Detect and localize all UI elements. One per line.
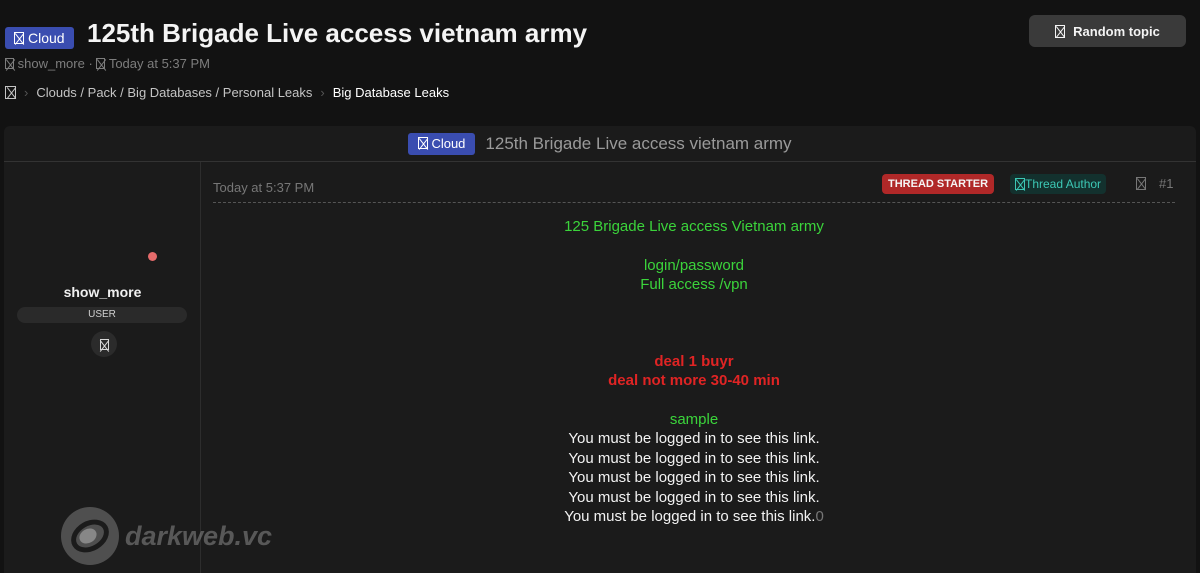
post-body: 125 Brigade Live access Vietnam army log… xyxy=(213,217,1175,527)
post-line-sample: sample xyxy=(669,410,719,428)
thread-starter-badge: THREAD STARTER xyxy=(882,174,995,194)
missing-glyph-icon xyxy=(418,136,429,149)
user-role-badge: USER xyxy=(17,307,187,323)
post-number[interactable]: #1 xyxy=(1159,176,1173,191)
user-icon xyxy=(5,58,14,69)
breadcrumb-item-category[interactable]: Clouds / Pack / Big Databases / Personal… xyxy=(36,85,312,100)
shuffle-icon xyxy=(1055,24,1066,38)
missing-glyph-icon xyxy=(14,32,24,44)
post-line-login: login/password xyxy=(643,256,745,274)
user-extra-icon-button[interactable] xyxy=(91,331,117,357)
breadcrumb-separator: › xyxy=(24,85,29,100)
post-line-headline: 125 Brigade Live access Vietnam army xyxy=(564,218,824,235)
hidden-link-notice[interactable]: You must be logged in to see this link. xyxy=(213,488,1175,508)
panel-prefix-badge[interactable]: Cloud xyxy=(408,132,476,155)
thread-author-label: Thread Author xyxy=(1025,177,1102,191)
random-topic-button[interactable]: Random topic xyxy=(1029,15,1186,47)
username[interactable]: show_more xyxy=(4,284,201,300)
random-topic-label: Random topic xyxy=(1073,23,1160,39)
breadcrumb-item-forum[interactable]: Big Database Leaks xyxy=(333,85,449,100)
home-icon[interactable] xyxy=(5,86,16,99)
online-status-dot xyxy=(148,252,157,261)
breadcrumb: › Clouds / Pack / Big Databases / Person… xyxy=(5,85,449,100)
meta-author[interactable]: show_more xyxy=(18,56,85,71)
thread-author-badge: Thread Author xyxy=(1010,174,1107,194)
post-panel: Cloud 125th Brigade Live access vietnam … xyxy=(4,126,1196,573)
breadcrumb-separator: › xyxy=(320,85,325,100)
thread-header: Cloud 125th Brigade Live access vietnam … xyxy=(0,0,1200,118)
post-date[interactable]: Today at 5:37 PM xyxy=(213,180,314,195)
post-line-deal: deal 1 buyr xyxy=(654,352,734,370)
share-icon[interactable] xyxy=(1136,176,1146,194)
prefix-badge[interactable]: Cloud xyxy=(5,27,74,49)
hidden-link-notice[interactable]: You must be logged in to see this link. xyxy=(564,508,815,525)
author-icon xyxy=(1015,178,1025,190)
page-title: 125th Brigade Live access vietnam army xyxy=(87,18,588,48)
hidden-link-notice[interactable]: You must be logged in to see this link. xyxy=(213,468,1175,488)
panel-header: Cloud 125th Brigade Live access vietnam … xyxy=(4,126,1196,162)
missing-glyph-icon xyxy=(99,338,109,350)
hidden-link-notice[interactable]: You must be logged in to see this link. xyxy=(213,449,1175,469)
meta-separator: · xyxy=(88,56,93,71)
post-line-deal-time: deal not more 30-40 min xyxy=(608,372,780,389)
prefix-label: Cloud xyxy=(28,30,65,46)
user-sidebar: show_more USER darkweb.vc xyxy=(4,162,272,573)
meta-date[interactable]: Today at 5:37 PM xyxy=(109,56,210,71)
clock-icon xyxy=(96,58,106,69)
hidden-link-notice[interactable]: You must be logged in to see this link. xyxy=(213,429,1175,449)
trailing-text: 0 xyxy=(815,508,824,525)
post-line-access: Full access /vpn xyxy=(640,276,748,293)
hidden-link-notice-last: You must be logged in to see this link.0 xyxy=(213,507,1175,527)
panel-title: 125th Brigade Live access vietnam army xyxy=(485,133,792,153)
post-content: Today at 5:37 PM THREAD STARTER Thread A… xyxy=(213,162,1175,573)
post-divider xyxy=(213,202,1175,203)
panel-prefix-label: Cloud xyxy=(431,135,466,151)
thread-meta: show_more · Today at 5:37 PM xyxy=(5,56,210,71)
darkweb-logo-icon xyxy=(61,507,119,565)
